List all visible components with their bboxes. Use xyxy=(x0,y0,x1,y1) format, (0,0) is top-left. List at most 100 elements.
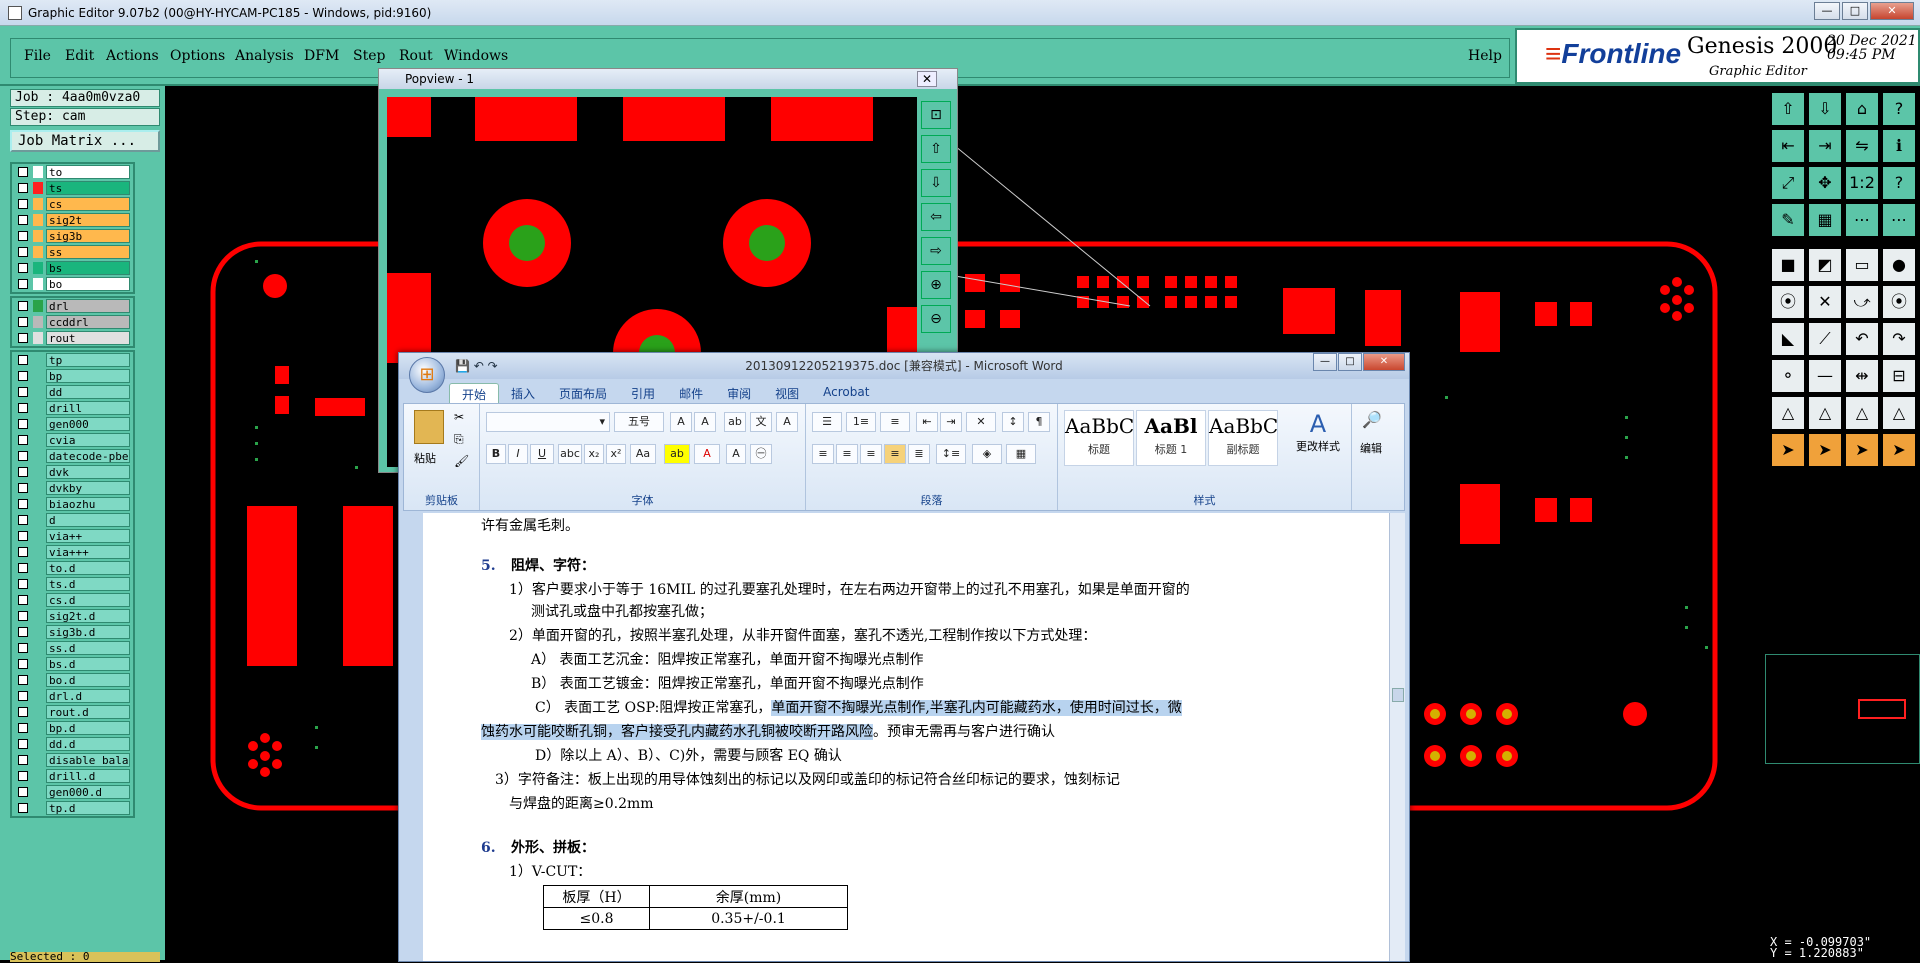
layer-checkbox[interactable] xyxy=(18,531,28,541)
underline-icon[interactable]: U xyxy=(530,444,554,464)
tri-icon[interactable]: △ xyxy=(1771,396,1805,430)
style-heading1[interactable]: AaBl 标题 1 xyxy=(1136,410,1206,466)
layer-checkbox[interactable] xyxy=(18,371,28,381)
arc-icon[interactable]: ↶ xyxy=(1845,322,1879,356)
layer-checkbox[interactable] xyxy=(18,787,28,797)
layer-row-bs.d[interactable]: bs.d xyxy=(12,656,133,672)
select2-icon[interactable]: ➤ xyxy=(1808,433,1842,467)
chinese-layout-icon[interactable]: ✕ xyxy=(966,412,996,432)
layer-row-cs.d[interactable]: cs.d xyxy=(12,592,133,608)
layer-checkbox[interactable] xyxy=(18,771,28,781)
download-icon[interactable]: ⇩ xyxy=(1808,92,1842,126)
edit-icon[interactable]: ⚬ xyxy=(1771,359,1805,393)
upload-icon[interactable]: ⇧ xyxy=(1771,92,1805,126)
layer-row-sig3b[interactable]: sig3b xyxy=(12,228,133,244)
change-styles-button[interactable]: A 更改样式 xyxy=(1290,410,1346,480)
bullets-icon[interactable]: ☰ xyxy=(812,412,842,432)
justify-icon[interactable]: ≡ xyxy=(884,444,906,464)
layer-name[interactable]: bo.d xyxy=(46,673,130,687)
undo-icon[interactable]: ↶ xyxy=(474,359,484,373)
layer-name[interactable]: ss xyxy=(46,245,130,259)
layer-row-disable_bala[interactable]: disable_bala xyxy=(12,752,133,768)
phonetic-icon[interactable]: 文 xyxy=(750,412,772,432)
menu-file[interactable]: File xyxy=(24,48,51,64)
copy-icon[interactable]: ⎘ xyxy=(454,432,464,447)
edit-button[interactable]: 编辑 xyxy=(1360,440,1382,456)
menu-options[interactable]: Options xyxy=(170,48,225,64)
layer-checkbox[interactable] xyxy=(18,403,28,413)
draw-icon[interactable]: ◣ xyxy=(1771,322,1805,356)
layer-checkbox[interactable] xyxy=(18,451,28,461)
highlight-icon[interactable]: ab xyxy=(664,444,690,464)
word-close-button[interactable]: ✕ xyxy=(1363,353,1405,371)
zoom-fit-icon[interactable]: ⊡ xyxy=(921,101,951,129)
layer-row-ss[interactable]: ss xyxy=(12,244,133,260)
select-icon[interactable]: ➤ xyxy=(1771,433,1805,467)
layer-row-drill.d[interactable]: drill.d xyxy=(12,768,133,784)
layer-row-bp[interactable]: bp xyxy=(12,368,133,384)
tab-page-layout[interactable]: 页面布局 xyxy=(547,383,619,403)
layer-checkbox[interactable] xyxy=(18,167,28,177)
align-center-icon[interactable]: ≡ xyxy=(836,444,858,464)
layer-name[interactable]: dd.d xyxy=(46,737,130,751)
snap-icon[interactable]: ⋯ xyxy=(1845,203,1879,237)
zoom-out-icon[interactable]: ⊖ xyxy=(921,305,951,333)
ratio-icon[interactable]: 1:2 xyxy=(1845,166,1879,200)
tab-view[interactable]: 视图 xyxy=(763,383,811,403)
layer-name[interactable]: cvia xyxy=(46,433,130,447)
scroll-thumb[interactable] xyxy=(1392,688,1404,702)
font-size-select[interactable]: 五号 xyxy=(614,412,664,432)
layer-checkbox[interactable] xyxy=(18,483,28,493)
redo-icon[interactable]: ↷ xyxy=(488,359,498,373)
layer-row-sig2t[interactable]: sig2t xyxy=(12,212,133,228)
minimize-button[interactable]: — xyxy=(1814,2,1840,20)
layer-name[interactable]: dd xyxy=(46,385,130,399)
font-name-select[interactable]: ▾ xyxy=(486,412,610,432)
align-left-icon[interactable]: ≡ xyxy=(812,444,834,464)
layer-name[interactable]: drill xyxy=(46,401,130,415)
layer-name[interactable]: ccddrl xyxy=(46,315,130,329)
menu-dfm[interactable]: DFM xyxy=(304,48,339,64)
layer-name[interactable]: drl.d xyxy=(46,689,130,703)
strikethrough-icon[interactable]: abc xyxy=(558,444,582,464)
layer-checkbox[interactable] xyxy=(18,231,28,241)
line-spacing-icon[interactable]: ↕≡ xyxy=(936,444,966,464)
layer-checkbox[interactable] xyxy=(18,755,28,765)
sort-icon[interactable]: ↕ xyxy=(1002,412,1024,432)
layer-name[interactable]: cs.d xyxy=(46,593,130,607)
layer-name[interactable]: datecode-pbe xyxy=(46,449,130,463)
style-title[interactable]: AaBbC 标题 xyxy=(1064,410,1134,466)
decrease-indent-icon[interactable]: ⇤ xyxy=(916,412,938,432)
layer-name[interactable]: dvkby xyxy=(46,481,130,495)
layer-row-dd.d[interactable]: dd.d xyxy=(12,736,133,752)
select4-icon[interactable]: ➤ xyxy=(1882,433,1916,467)
layer-checkbox[interactable] xyxy=(18,435,28,445)
layer-name[interactable]: via++ xyxy=(46,529,130,543)
layer-checkbox[interactable] xyxy=(18,183,28,193)
tri3-icon[interactable]: △ xyxy=(1845,396,1879,430)
layer-checkbox[interactable] xyxy=(18,333,28,343)
layer-row-via++[interactable]: via++ xyxy=(12,528,133,544)
show-marks-icon[interactable]: ¶ xyxy=(1028,412,1050,432)
tab-review[interactable]: 审阅 xyxy=(715,383,763,403)
vertical-scrollbar[interactable] xyxy=(1389,513,1405,961)
layer-checkbox[interactable] xyxy=(18,467,28,477)
layer-name[interactable]: dvk xyxy=(46,465,130,479)
layer-name[interactable]: sig2t.d xyxy=(46,609,130,623)
layer-name[interactable]: rout xyxy=(46,331,130,345)
layer-name[interactable]: tp.d xyxy=(46,801,130,815)
layer-checkbox[interactable] xyxy=(18,691,28,701)
menu-rout[interactable]: Rout xyxy=(399,48,433,64)
increase-indent-icon[interactable]: ⇥ xyxy=(940,412,962,432)
stack-icon[interactable]: ⊟ xyxy=(1882,359,1916,393)
grid-icon[interactable]: ▦ xyxy=(1808,203,1842,237)
layer-row-rout[interactable]: rout xyxy=(12,330,133,346)
layer-name[interactable]: bp xyxy=(46,369,130,383)
layer-name[interactable]: to.d xyxy=(46,561,130,575)
layer-checkbox[interactable] xyxy=(18,675,28,685)
copy-icon[interactable]: ⇋ xyxy=(1845,129,1879,163)
fit-icon[interactable]: ⤢ xyxy=(1771,166,1805,200)
layer-row-to[interactable]: to xyxy=(12,164,133,180)
pad-icon[interactable]: ■ xyxy=(1771,248,1805,282)
layer-checkbox[interactable] xyxy=(18,387,28,397)
